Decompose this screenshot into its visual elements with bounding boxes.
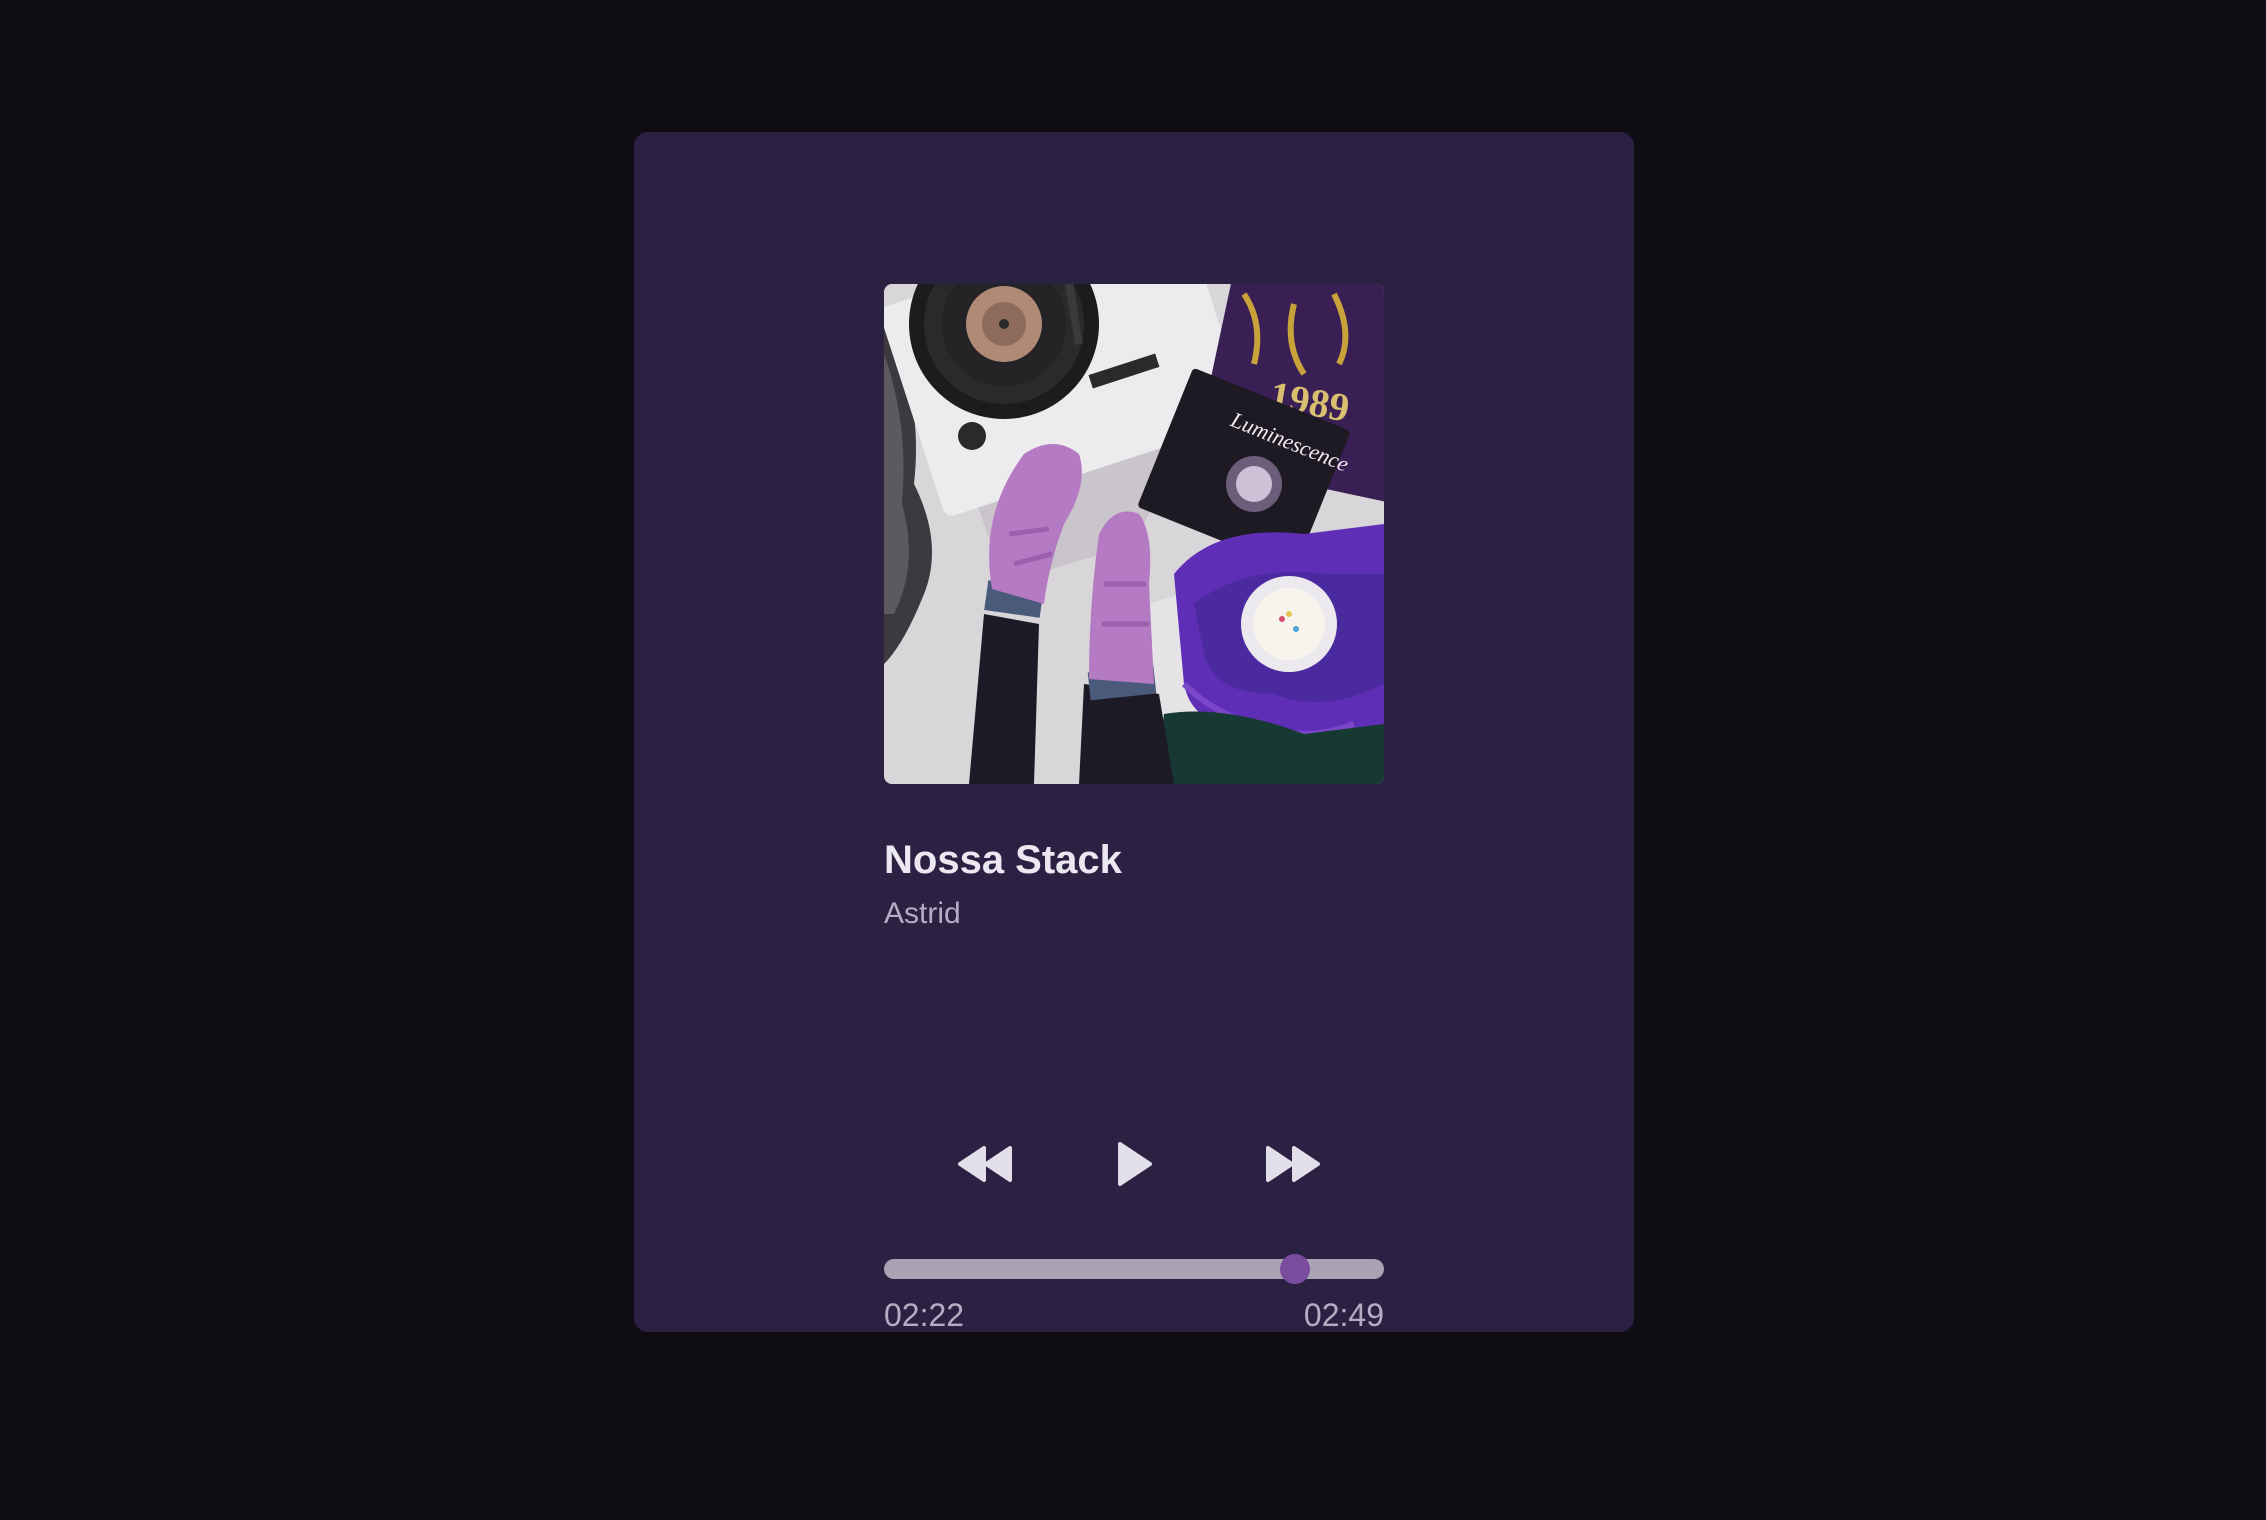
rewind-icon (958, 1146, 1012, 1182)
current-time: 02:22 (884, 1297, 965, 1333)
track-title: Nossa Stack (884, 838, 1122, 882)
play-icon (1118, 1142, 1152, 1186)
music-player-card: 1989 Luminescence Nossa Stack Astrid 02:… (634, 132, 1634, 1333)
play-button[interactable] (1096, 1132, 1172, 1196)
album-cover: 1989 Luminescence (884, 284, 1384, 784)
track-artist: Astrid (884, 897, 961, 930)
previous-button[interactable] (948, 1132, 1024, 1196)
total-time: 02:49 (1303, 1297, 1384, 1333)
next-button[interactable] (1254, 1132, 1330, 1196)
fast-forward-icon (1266, 1146, 1320, 1182)
progress-bar[interactable] (884, 1254, 1384, 1284)
progress-handle[interactable] (1280, 1254, 1310, 1284)
album-cover-image: 1989 Luminescence (884, 284, 1384, 784)
